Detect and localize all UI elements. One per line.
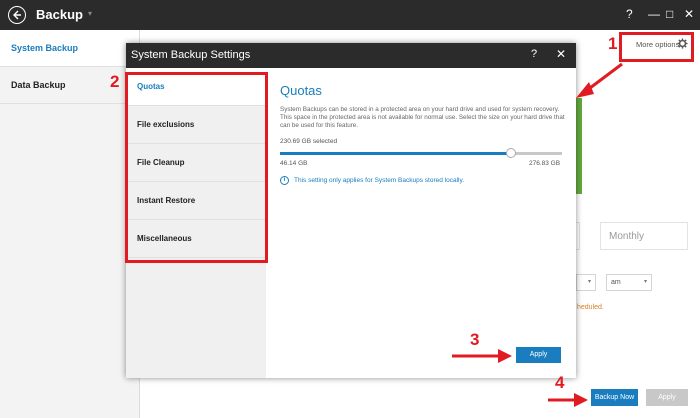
arrow-4-head [574, 393, 588, 407]
screenshot: Backup ▾ ? — □ ✕ System Backup Data Back… [0, 0, 700, 418]
arrow-3-head [498, 349, 512, 363]
arrow-1-head [576, 82, 594, 98]
annotation-arrows [452, 62, 623, 407]
arrow-1-line [585, 62, 623, 93]
